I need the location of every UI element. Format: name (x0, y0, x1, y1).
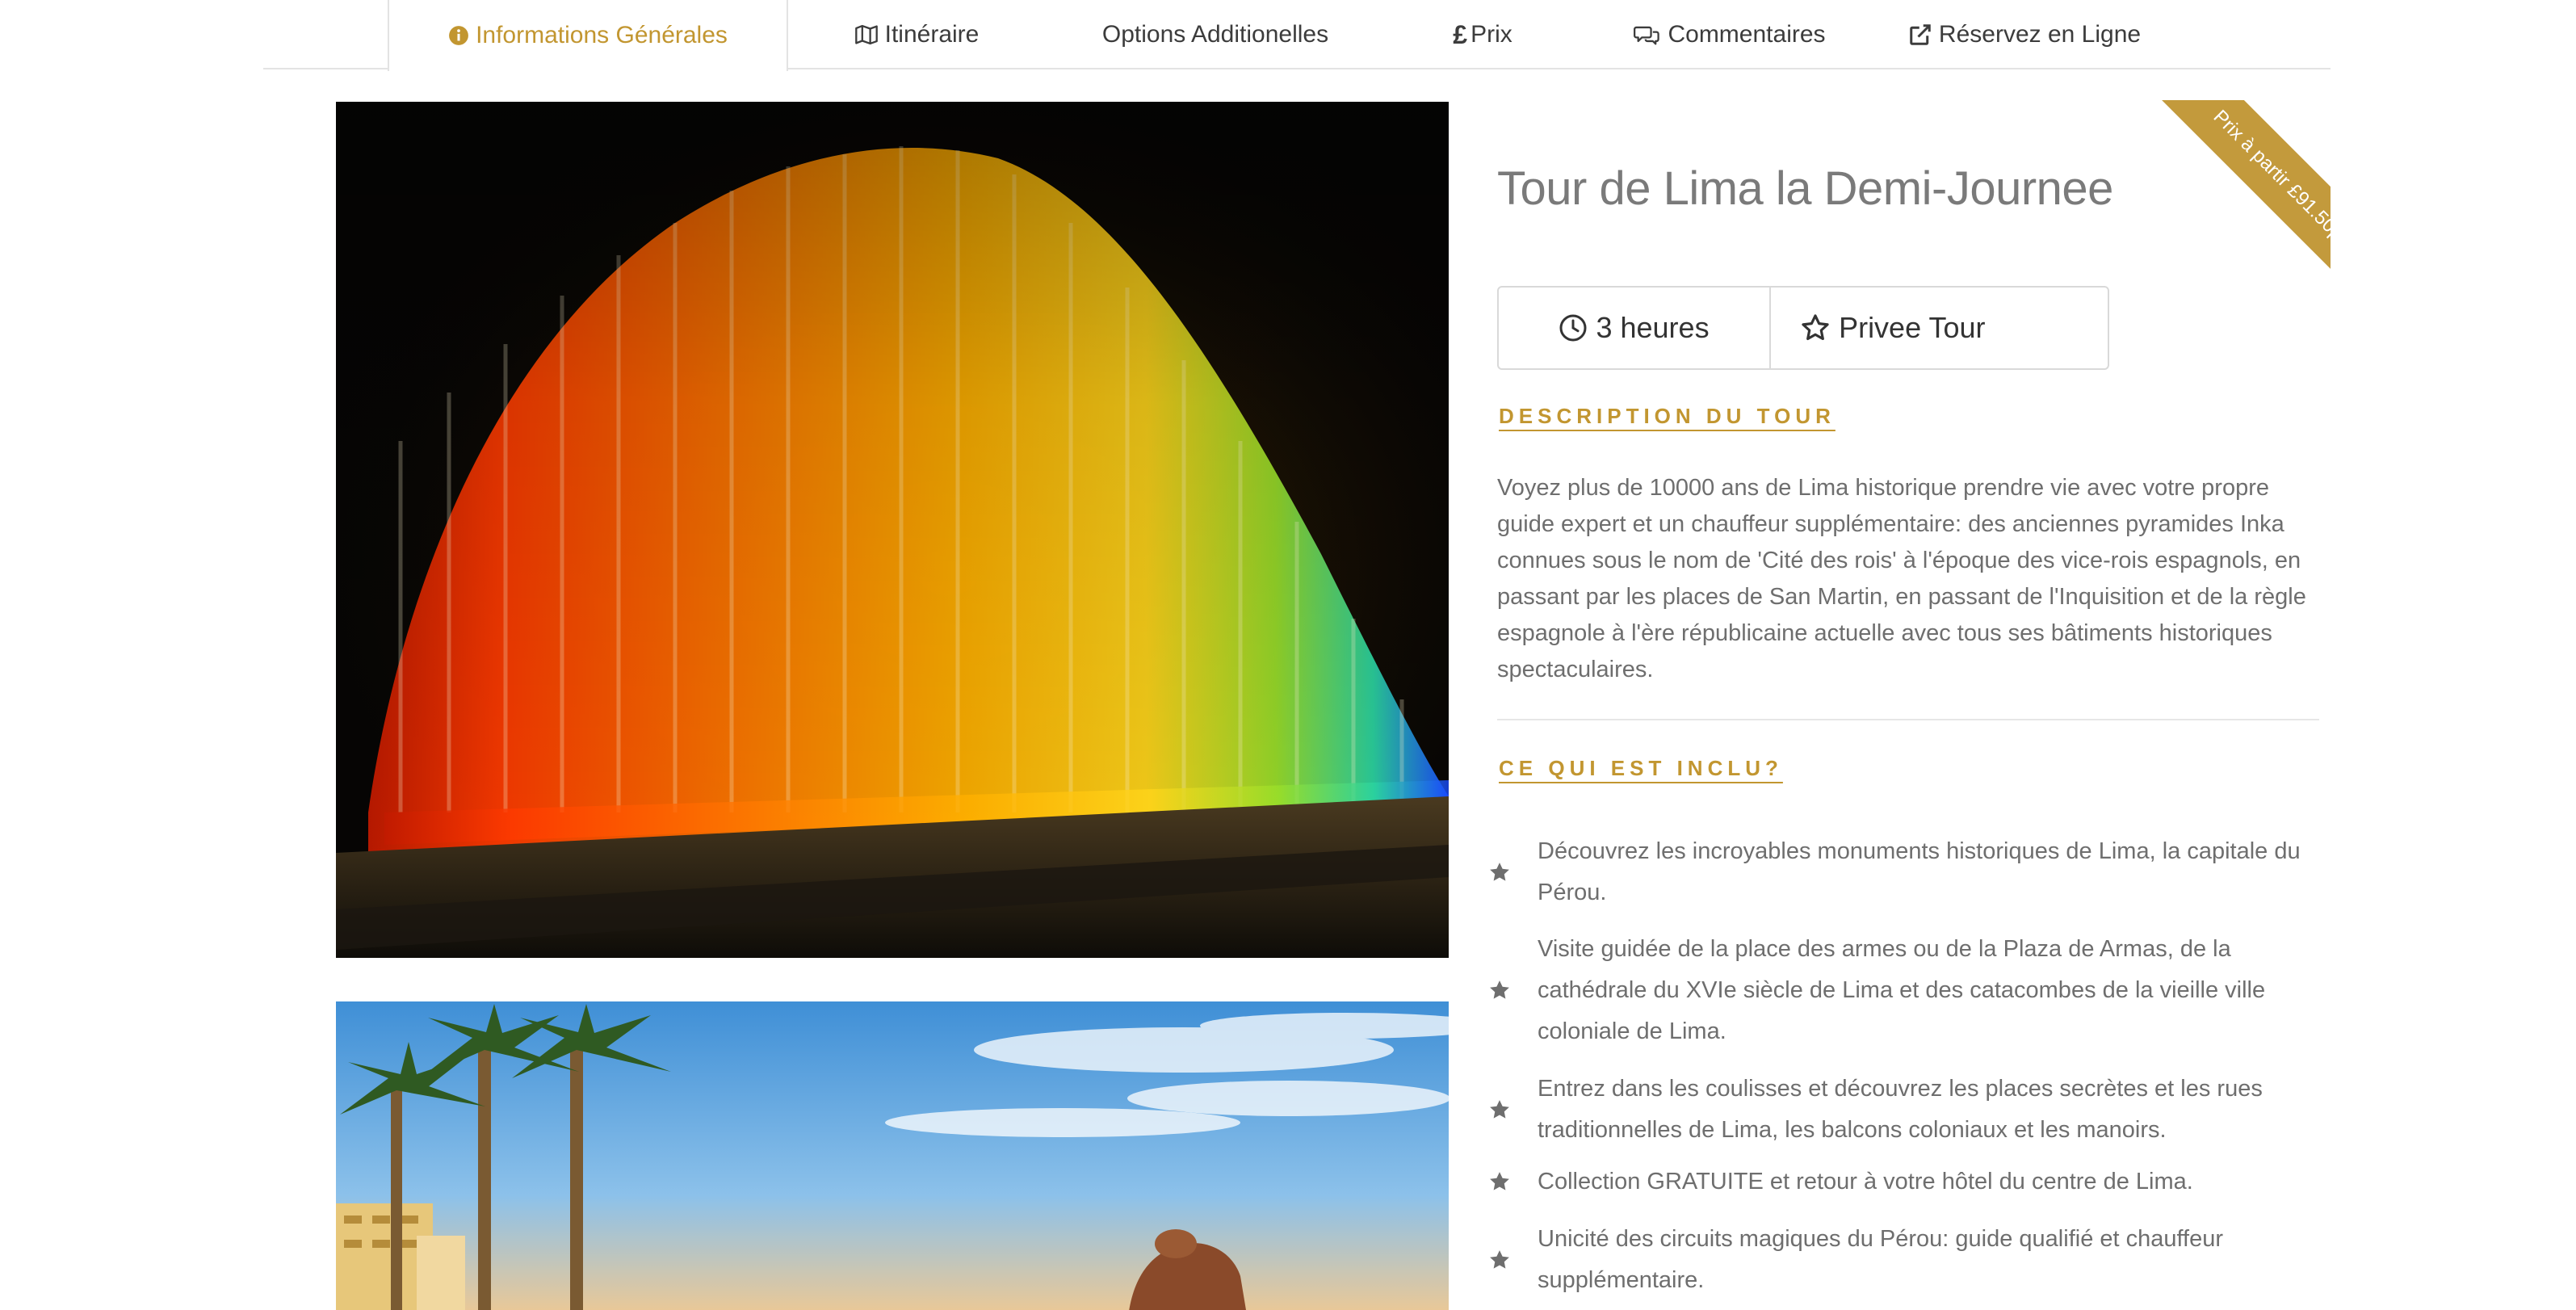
list-item: Entrez dans les coulisses et découvrez l… (1475, 1068, 2331, 1152)
tour-duration-label: 3 heures (1596, 311, 1710, 344)
list-item-text: Collection GRATUITE et retour à votre hô… (1538, 1168, 2193, 1195)
tab-commentaires[interactable]: Commentaires (1580, 0, 1880, 69)
price-ribbon: Prix à partir £91.50pp (2096, 100, 2331, 334)
fountain-photo (336, 102, 1449, 958)
tour-type: Privee Tour (1771, 288, 2108, 368)
list-item-text: Découvrez les incroyables monuments hist… (1538, 838, 2301, 905)
tour-info-box: 3 heures Privee Tour (1497, 286, 2109, 370)
tab-label: Prix (1471, 21, 1512, 48)
section-divider (1497, 719, 2319, 720)
tab-label: Itinéraire (884, 21, 980, 48)
tab-informations-generales[interactable]: Informations Générales (388, 0, 788, 71)
external-link-icon (1908, 23, 1932, 47)
tour-description: Voyez plus de 10000 ans de Lima historiq… (1497, 475, 2306, 682)
pound-icon: £ (1453, 19, 1468, 49)
clock-icon (1559, 313, 1588, 342)
tab-label: Informations Générales (476, 22, 728, 48)
tab-itineraire[interactable]: Itinéraire (788, 0, 1045, 69)
list-item-text: Visite guidée de la place des armes ou d… (1538, 935, 2266, 1044)
list-item: Découvrez les incroyables monuments hist… (1475, 830, 2331, 914)
list-item: Unicité des circuits magiques du Pérou: … (1475, 1218, 2331, 1302)
tour-tab-bar: Informations Générales Itinéraire Option… (263, 0, 2331, 71)
list-item: Collection GRATUITE et retour à votre hô… (1475, 1160, 2331, 1203)
tab-reservez-en-ligne[interactable]: Réservez en Ligne (1880, 0, 2169, 69)
tab-label: Réservez en Ligne (1938, 21, 2142, 48)
star-outline-icon (1800, 313, 1831, 343)
map-icon (854, 23, 879, 46)
comments-icon (1634, 23, 1661, 46)
star-icon (1475, 860, 1525, 884)
info-circle-icon (448, 25, 469, 46)
tab-options-additionelles[interactable]: Options Additionelles (1045, 0, 1386, 69)
tab-label: Options Additionelles (1101, 21, 1329, 48)
star-icon (1475, 1169, 1525, 1194)
list-item-text: Entrez dans les coulisses et découvrez l… (1538, 1076, 2263, 1143)
description-heading: DESCRIPTION DU TOUR (1499, 404, 1836, 428)
included-heading: CE QUI EST INCLU? (1499, 756, 1783, 780)
list-item-text: Unicité des circuits magiques du Pérou: … (1538, 1226, 2224, 1293)
tab-prix[interactable]: £ Prix (1386, 0, 1580, 69)
tour-title: Tour de Lima la Demi-Journee (1497, 162, 2113, 215)
star-icon (1475, 978, 1525, 1002)
star-icon (1475, 1248, 1525, 1272)
star-icon (1475, 1098, 1525, 1122)
list-item: Visite guidée de la place des armes ou d… (1475, 927, 2331, 1053)
tour-duration: 3 heures (1499, 288, 1772, 368)
lima-park-photo (336, 1001, 1449, 1310)
tab-label: Commentaires (1668, 21, 1826, 48)
tour-type-label: Privee Tour (1839, 311, 1986, 344)
price-ribbon-label: Prix à partir £91.50pp (2142, 100, 2331, 320)
